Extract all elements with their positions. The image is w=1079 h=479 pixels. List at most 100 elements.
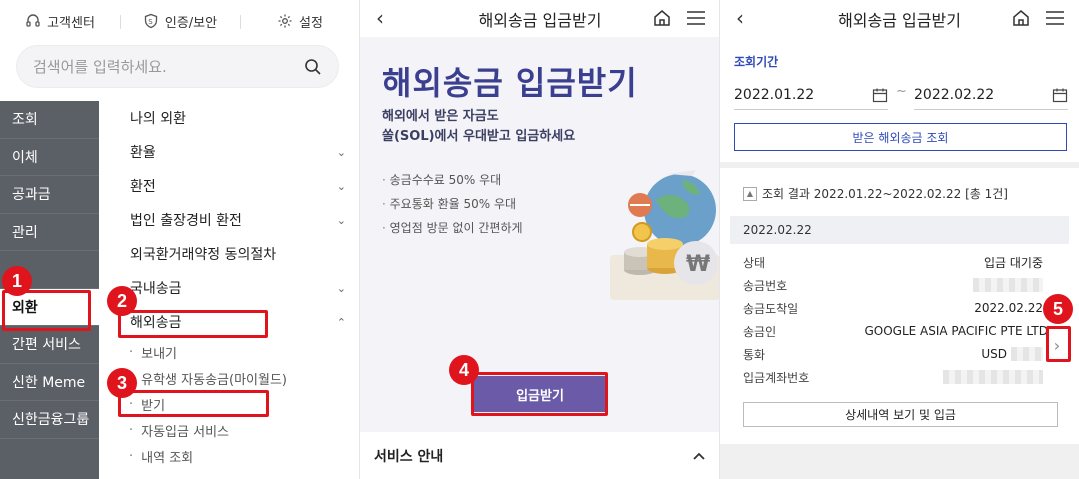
headset-icon [26, 14, 40, 27]
detail-row: 송금인 GOOGLE ASIA PACIFIC PTE LTD [743, 321, 1048, 341]
header: ‹ 해외송금 입금받기 [720, 0, 1079, 37]
masked-value [1011, 347, 1043, 361]
subitem-student-remit[interactable]: 유학생 자동송금(마이월드) [99, 365, 360, 391]
row-key: 상태 [743, 255, 766, 270]
page-title: 해외송금 입금받기 [382, 64, 638, 102]
header: ‹ 해외송금 입금받기 [360, 0, 720, 37]
submenu-agreement[interactable]: 외국환거래약정 동의절차 [99, 237, 360, 271]
settings-button[interactable]: 설정 [240, 12, 360, 31]
row-value: 입금 대기중 [983, 255, 1043, 270]
chevron-up-icon [693, 452, 705, 460]
settings-label: 설정 [299, 15, 323, 31]
result-summary: ▲ 조회 결과 2022.01.22~2022.02.22 [총 1건] [743, 185, 1008, 202]
masked-value [973, 278, 1043, 292]
chevron-down-icon: ⌄ [336, 213, 346, 227]
section-gap [720, 162, 1079, 168]
detail-row: 입금계좌번호 [743, 367, 1043, 387]
service-info-label: 서비스 안내 [374, 448, 444, 465]
submenu-label: 나의 외환 [130, 111, 186, 127]
period-label: 조회기간 [734, 55, 779, 69]
menu-icon[interactable] [686, 10, 706, 26]
date-from-value: 2022.01.22 [734, 86, 815, 103]
subitem-history[interactable]: 내역 조회 [99, 443, 360, 469]
chevron-down-icon: ⌄ [336, 145, 346, 159]
detail-row: 송금도착일 2022.02.22 [743, 298, 1043, 318]
submenu-domestic-remit[interactable]: 국내송금 ⌄ [99, 271, 360, 305]
top-bar: 고객센터 S 인증/보안 설정 [0, 0, 360, 42]
nav-item-transfer[interactable]: 이체 [0, 139, 99, 176]
nav-item-meme[interactable]: 신한 Meme [0, 364, 99, 401]
submenu-label: 국내송금 [130, 281, 182, 297]
row-value: GOOGLE ASIA PACIFIC PTE LTD [864, 324, 1048, 338]
subtitle-line: 쏠(SOL)에서 우대받고 입금하세요 [382, 129, 576, 144]
currency-cell: USD [981, 347, 1043, 361]
query-button[interactable]: 받은 해외송금 조회 [734, 123, 1067, 151]
submenu-corporate-exchange[interactable]: 법인 출장경비 환전 ⌄ [99, 203, 360, 237]
step-badge-5: 5 [1043, 294, 1073, 324]
highlight-receive-button [471, 372, 608, 416]
benefit-item: 송금수수료 50% 우대 [382, 168, 523, 192]
search-input[interactable]: 검색어를 입력하세요. [16, 45, 339, 88]
submenu-label: 법인 출장경비 환전 [130, 213, 242, 229]
step-badge-1: 1 [2, 266, 32, 296]
nav-item-group[interactable]: 신한금융그룹 [0, 401, 99, 439]
date-separator: ~ [896, 84, 907, 99]
home-icon[interactable] [1011, 8, 1031, 28]
row-key: 송금번호 [743, 278, 788, 293]
inquiry-panel: ‹ 해외송금 입금받기 조회기간 2022.01.22 ~ 2022.02.22… [720, 0, 1079, 479]
submenu-exchange-rate[interactable]: 환율 ⌄ [99, 135, 360, 169]
back-icon[interactable]: ‹ [376, 6, 384, 30]
header-title: 해외송금 입금받기 [838, 10, 961, 30]
masked-value [943, 370, 1043, 384]
detail-row: 송금번호 [743, 275, 1043, 295]
security-label: 인증/보안 [164, 15, 218, 31]
submenu-my-forex[interactable]: 나의 외환 [99, 101, 360, 135]
detail-row: 상태 입금 대기중 [743, 252, 1043, 272]
benefit-list: 송금수수료 50% 우대 주요통화 환율 50% 우대 영업점 방문 없이 간편… [382, 168, 523, 240]
menu-icon[interactable] [1045, 10, 1065, 26]
gear-icon [278, 14, 292, 28]
header-title: 해외송금 입금받기 [478, 10, 602, 30]
money-illustration: ₩ [610, 170, 720, 300]
svg-text:S: S [148, 18, 153, 26]
nav-item-inquiry[interactable]: 조회 [0, 101, 99, 139]
step-badge-4: 4 [449, 355, 479, 385]
row-value: 2022.02.22 [974, 301, 1043, 315]
customer-center-label: 고객센터 [47, 15, 95, 31]
search-icon[interactable] [304, 58, 322, 76]
highlight-arrow [1046, 326, 1071, 362]
back-icon[interactable]: ‹ [736, 6, 744, 30]
collapse-icon[interactable]: ▲ [743, 186, 757, 201]
subitem-auto-deposit[interactable]: 자동입금 서비스 [99, 417, 360, 443]
page-subtitle: 해외에서 받은 자금도 쏠(SOL)에서 우대받고 입금하세요 [382, 107, 575, 147]
row-key: 통화 [743, 347, 766, 362]
submenu-currency-exchange[interactable]: 환전 ⌄ [99, 169, 360, 203]
nav-item-manage[interactable]: 관리 [0, 214, 99, 251]
result-date-bar: 2022.02.22 [730, 216, 1069, 244]
benefit-item: 영업점 방문 없이 간편하게 [382, 216, 523, 240]
service-info-section[interactable]: 서비스 안내 [360, 432, 720, 479]
chevron-down-icon: ⌄ [336, 281, 346, 295]
step-badge-2: 2 [107, 286, 137, 316]
calendar-icon[interactable] [872, 87, 888, 103]
date-to-field[interactable]: 2022.02.22 [914, 80, 1068, 110]
row-key: 입금계좌번호 [743, 370, 810, 385]
detail-deposit-button[interactable]: 상세내역 보기 및 입금 [743, 402, 1058, 427]
home-icon[interactable] [652, 8, 672, 28]
benefit-item: 주요통화 환율 50% 우대 [382, 192, 523, 216]
chevron-up-icon: ⌃ [336, 315, 346, 329]
row-key: 송금인 [743, 324, 777, 339]
date-from-field[interactable]: 2022.01.22 [734, 80, 888, 110]
highlight-forex [2, 290, 91, 331]
subitem-send[interactable]: 보내기 [99, 339, 360, 365]
security-button[interactable]: S 인증/보안 [120, 12, 240, 31]
nav-item-easy-service[interactable]: 간편 서비스 [0, 326, 99, 364]
submenu-label: 외국환거래약정 동의절차 [130, 247, 277, 263]
customer-center-button[interactable]: 고객센터 [0, 12, 120, 31]
highlight-receive [118, 390, 269, 417]
calendar-icon[interactable] [1052, 87, 1068, 103]
shield-icon: S [144, 13, 158, 29]
nav-item-utility[interactable]: 공과금 [0, 176, 99, 214]
row-value: USD [981, 347, 1007, 361]
bottom-area [720, 444, 1079, 479]
